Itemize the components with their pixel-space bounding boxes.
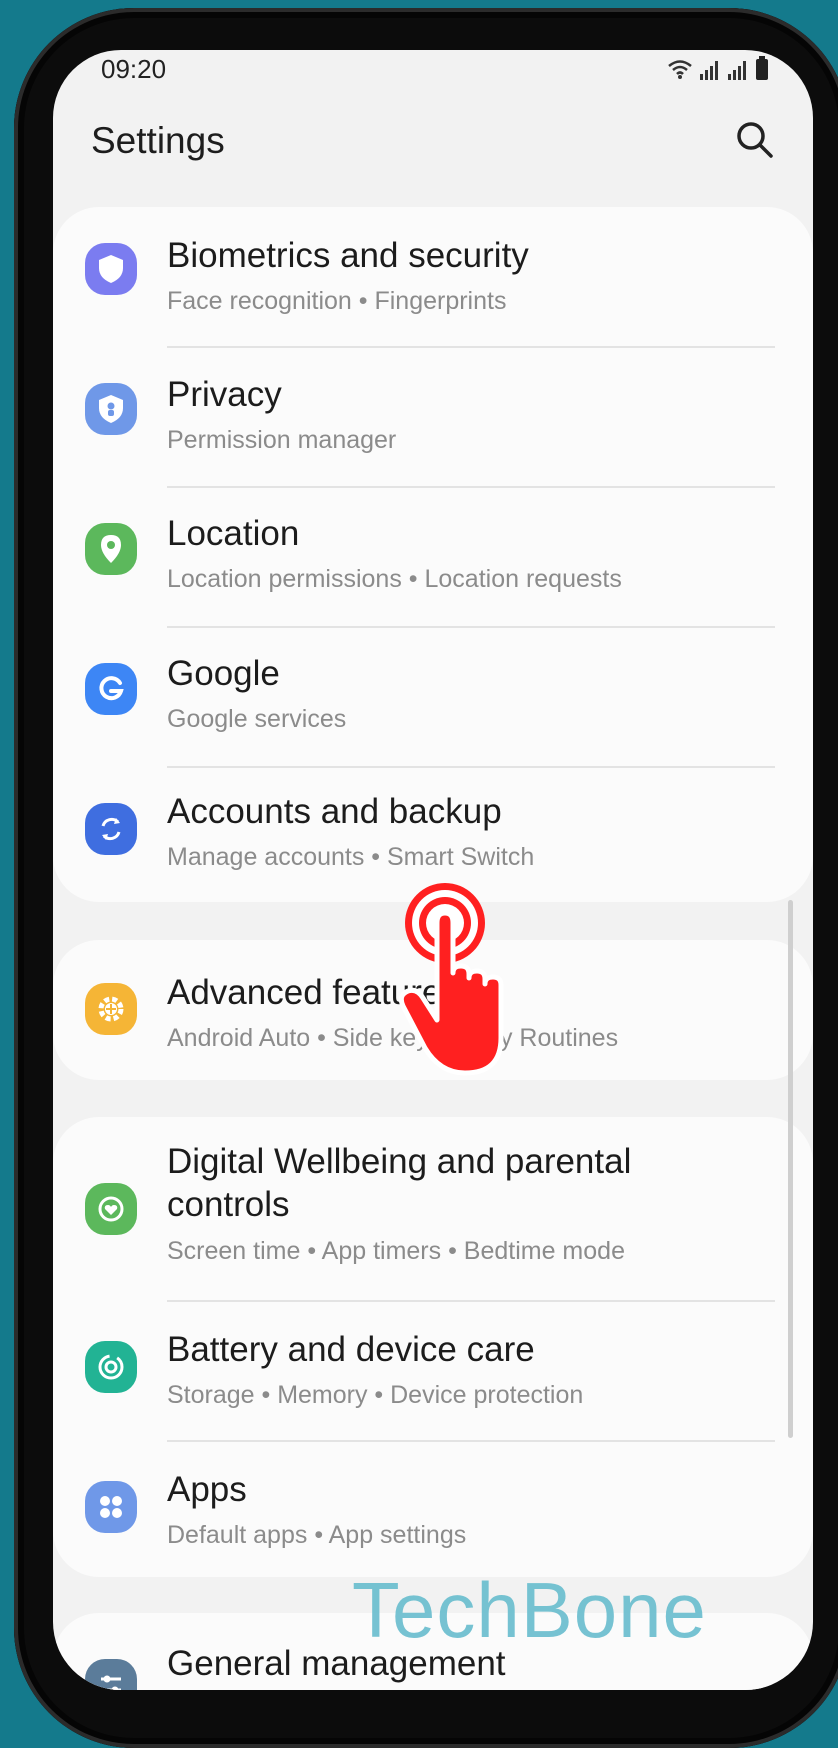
apps-grid-icon <box>85 1481 137 1533</box>
status-icons <box>667 56 769 80</box>
settings-item-apps[interactable]: Apps Default apps • App settings <box>53 1441 813 1577</box>
item-title-line1: Digital Wellbeing and parental <box>167 1142 632 1181</box>
signal-icon-2 <box>728 61 746 80</box>
page-title: Settings <box>91 120 225 161</box>
item-title: Battery and device care <box>167 1330 535 1369</box>
search-icon <box>737 122 773 158</box>
signal-icon <box>700 61 718 80</box>
gear-plus-icon <box>85 983 137 1035</box>
shield-icon <box>85 243 137 295</box>
item-title: Privacy <box>167 375 282 414</box>
settings-card-security: Biometrics and security Face recognition… <box>53 207 813 902</box>
item-subtitle: Default apps • App settings <box>167 1521 467 1549</box>
item-subtitle: Google services <box>167 705 347 733</box>
tap-hand-icon <box>398 883 504 1076</box>
item-title: Location <box>167 514 300 553</box>
battery-icon <box>756 56 768 80</box>
item-subtitle: Screen time • App timers • Bedtime mode <box>167 1237 625 1265</box>
settings-item-digital-wellbeing[interactable]: Digital Wellbeing and parental controls … <box>53 1117 813 1301</box>
google-g-icon <box>85 663 137 715</box>
item-title-line2: controls <box>167 1185 290 1224</box>
item-subtitle: Manage accounts • Smart Switch <box>167 843 535 871</box>
status-bar: 09:20 <box>53 50 813 100</box>
wifi-icon <box>668 60 692 79</box>
watermark-logo: TechBone <box>352 1566 707 1654</box>
settings-screen: 09:20 Settings Biometrics and security F… <box>53 50 813 1690</box>
item-title: Apps <box>167 1470 247 1509</box>
settings-item-privacy[interactable]: Privacy Permission manager <box>53 347 813 487</box>
item-subtitle: Face recognition • Fingerprints <box>167 287 507 315</box>
item-subtitle: Android Auto • Side key • Bixby Routines <box>167 1024 619 1052</box>
search-button[interactable] <box>733 118 777 162</box>
settings-item-biometrics[interactable]: Biometrics and security Face recognition… <box>53 207 813 347</box>
item-title: Biometrics and security <box>167 236 529 275</box>
scrollbar[interactable] <box>788 900 793 1438</box>
location-pin-icon <box>85 523 137 575</box>
wellbeing-heart-icon <box>85 1183 137 1235</box>
settings-item-google[interactable]: Google Google services <box>53 627 813 767</box>
item-subtitle: Permission manager <box>167 426 397 454</box>
sync-icon <box>85 803 137 855</box>
sliders-icon <box>85 1659 137 1690</box>
device-care-icon <box>85 1341 137 1393</box>
item-subtitle: Storage • Memory • Device protection <box>167 1381 584 1409</box>
settings-item-location[interactable]: Location Location permissions • Location… <box>53 487 813 627</box>
item-title: Accounts and backup <box>167 792 502 831</box>
privacy-shield-icon <box>85 383 137 435</box>
status-time: 09:20 <box>101 54 167 84</box>
settings-card-device: Digital Wellbeing and parental controls … <box>53 1117 813 1577</box>
settings-item-battery[interactable]: Battery and device care Storage • Memory… <box>53 1301 813 1441</box>
item-title: Google <box>167 654 280 693</box>
item-subtitle: Location permissions • Location requests <box>167 565 622 593</box>
